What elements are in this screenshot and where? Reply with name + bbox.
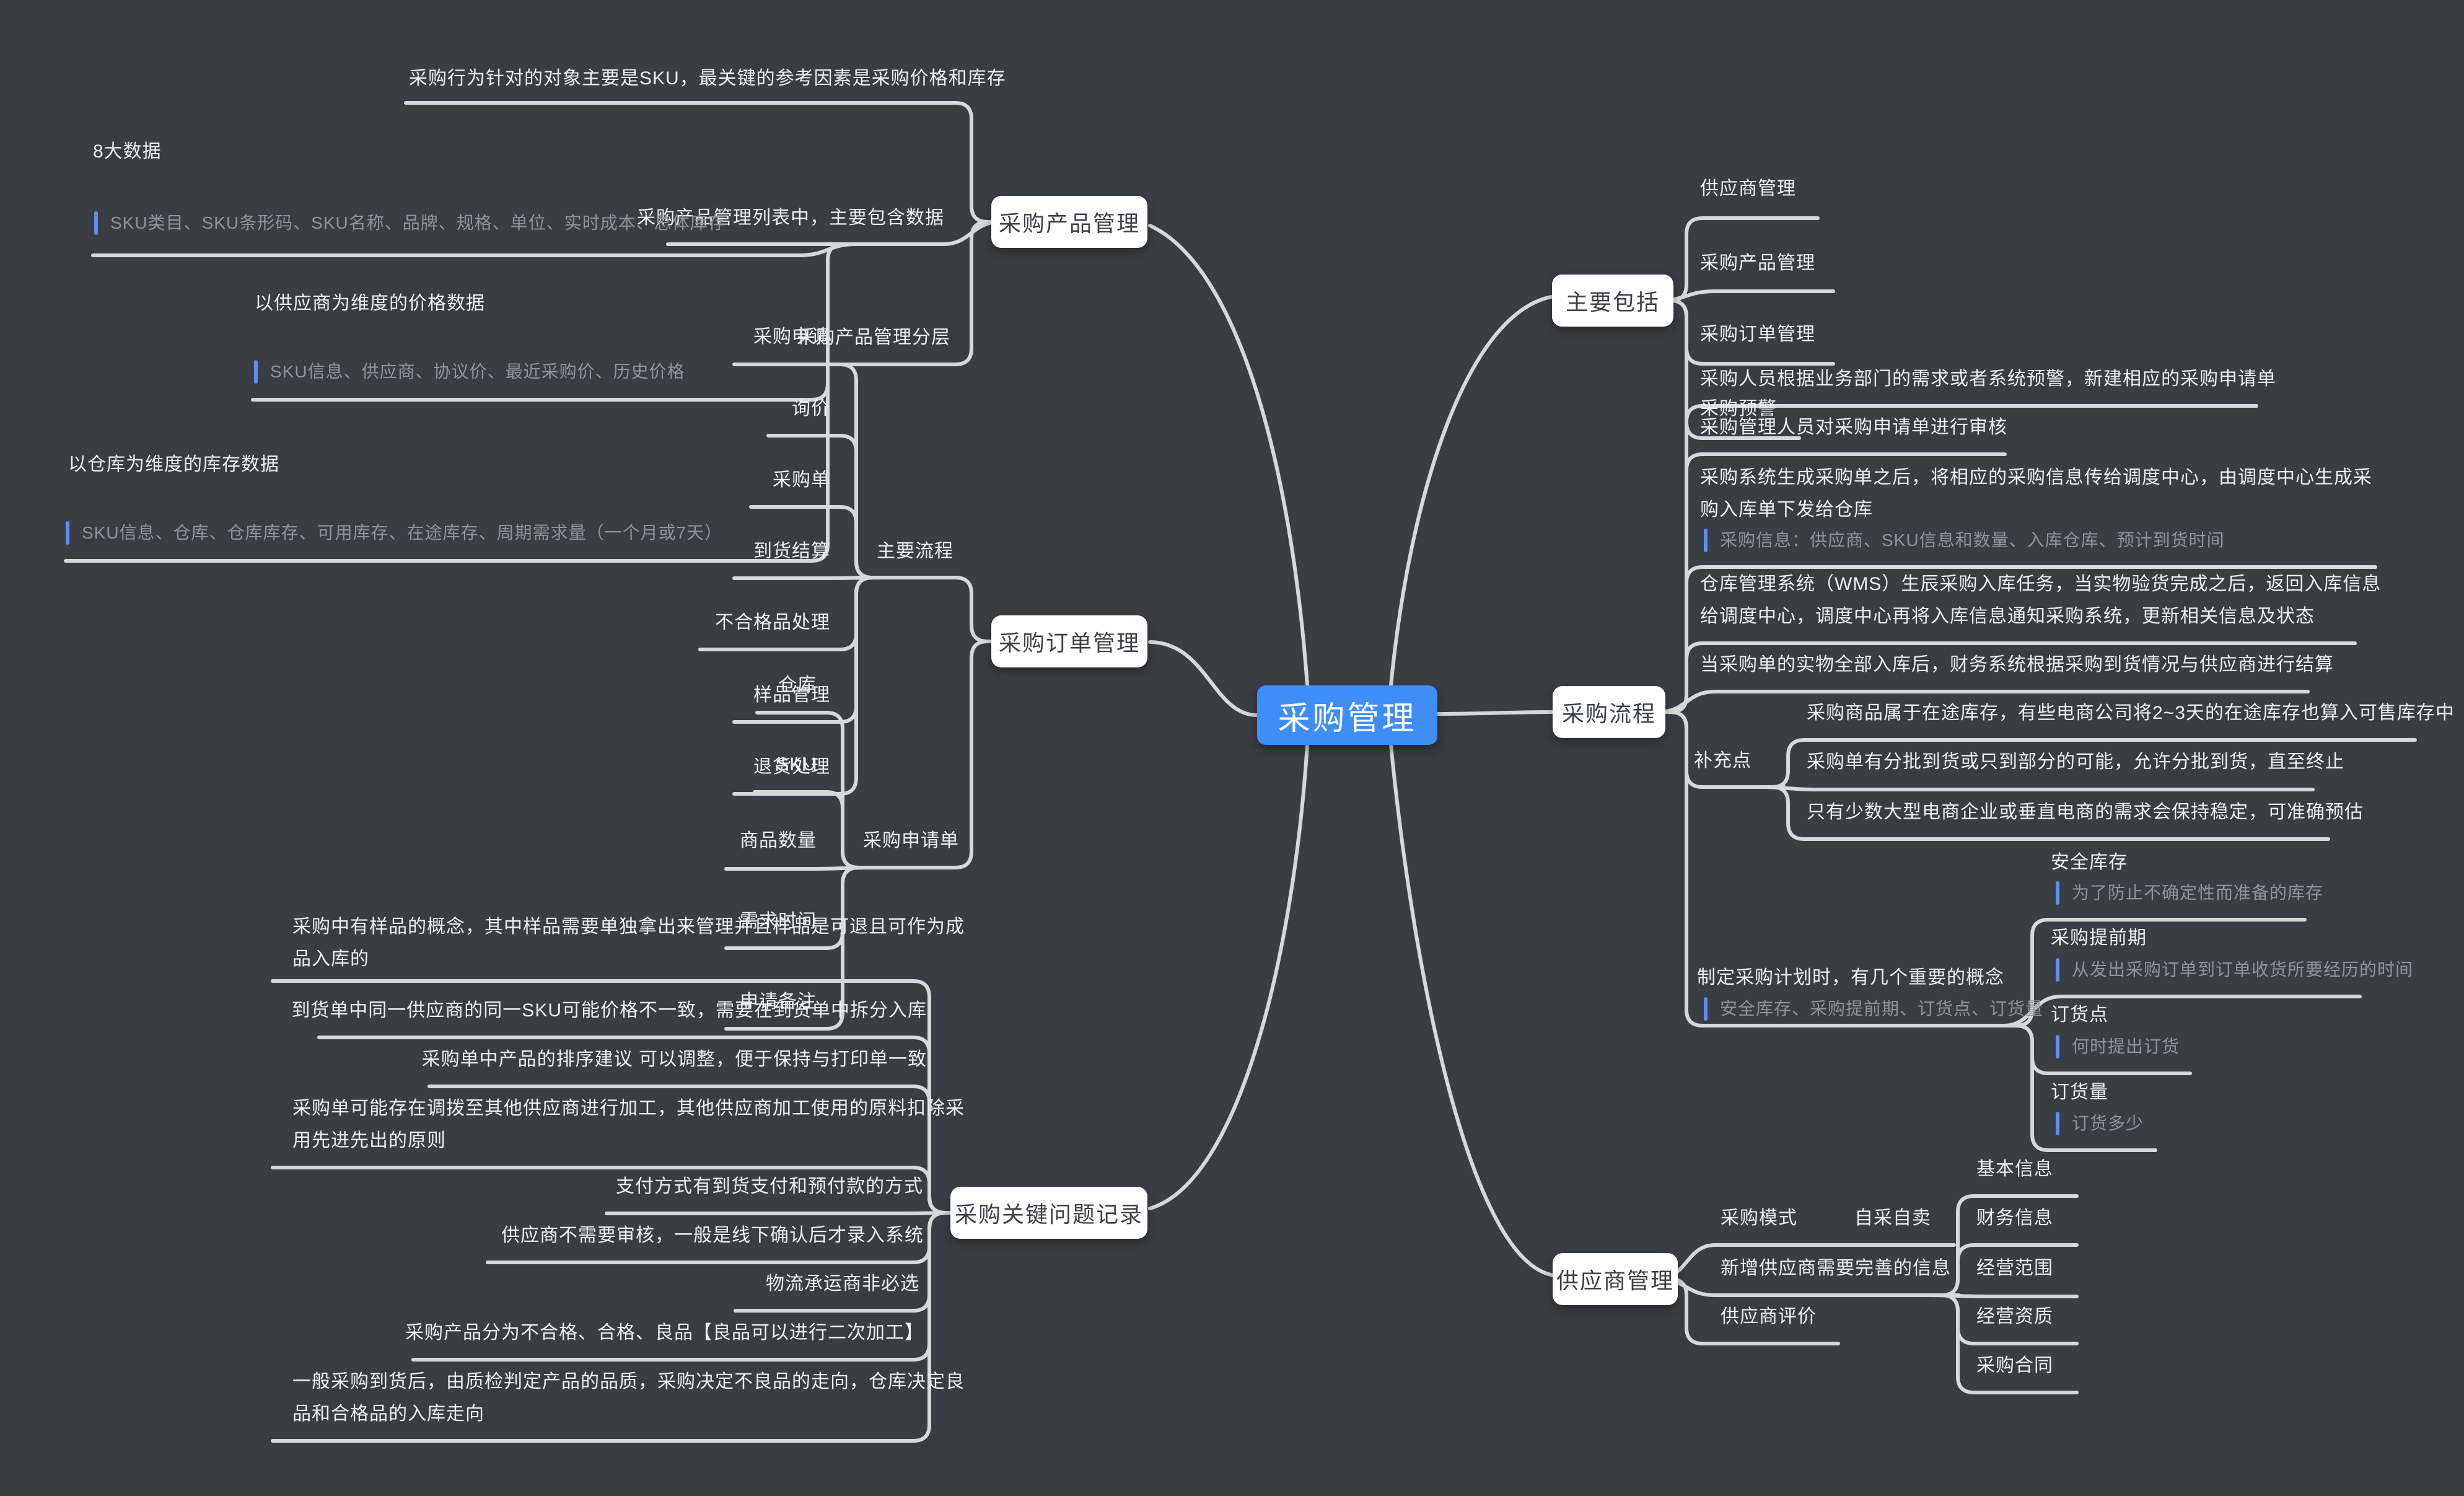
- topic-e7d[interactable]: 订货量: [2051, 1079, 2108, 1106]
- branch-connector: [1753, 787, 2313, 790]
- topic-c5[interactable]: 支付方式有到货支付和预付款的方式: [616, 1173, 923, 1200]
- topic-b2c[interactable]: 商品数量: [740, 827, 817, 855]
- main-topic-boxE[interactable]: 采购流程: [1553, 686, 1665, 738]
- topic-c8[interactable]: 采购产品分为不合格、合格、良品【良品可以进行二次加工】: [405, 1319, 924, 1347]
- note-bar-icon: [1704, 997, 1708, 1021]
- topic-f2e[interactable]: 采购合同: [1976, 1352, 2053, 1379]
- topic-f2d[interactable]: 经营资质: [1976, 1303, 2053, 1331]
- topic-e4[interactable]: 仓库管理系统（WMS）生辰采购入库任务，当实物验货完成之后，返回入库信息 给调度…: [1700, 568, 2381, 633]
- topic-d2[interactable]: 采购产品管理: [1700, 250, 1815, 277]
- note-a1b: SKU信息、供应商、协议价、最近采购价、历史价格: [270, 359, 685, 384]
- topic-f1a[interactable]: 自采自卖: [1854, 1205, 1931, 1232]
- note-e7: 安全库存、采购提前期、订货点、订货量: [1720, 997, 2043, 1021]
- note-bar-icon: [2056, 1035, 2059, 1058]
- topic-f3[interactable]: 供应商评价: [1721, 1303, 1817, 1331]
- topic-f2[interactable]: 新增供应商需要完善的信息: [1721, 1255, 1951, 1282]
- topic-b2b[interactable]: SKU: [776, 751, 817, 778]
- branch-connector: [1995, 997, 2360, 1026]
- note-a1a: SKU类目、SKU条形码、SKU名称、品牌、规格、单位、实时成本、总体库存: [110, 211, 726, 235]
- topic-e6[interactable]: 补充点: [1694, 747, 1752, 775]
- topic-b1[interactable]: 主要流程: [877, 538, 954, 565]
- topic-c9[interactable]: 一般采购到货后，由质检判定产品的品质，采购决定不良品的走向，仓库决定良 品和合格…: [292, 1366, 965, 1430]
- topic-f2a[interactable]: 基本信息: [1976, 1156, 2053, 1183]
- central-topic[interactable]: 采购管理: [1257, 685, 1437, 745]
- note-e7b: 从发出采购订单到订单收货所要经历的时间: [2072, 957, 2413, 982]
- note-e7c: 何时提出订货: [2072, 1034, 2180, 1059]
- center-link: [1391, 745, 1554, 1275]
- topic-b1e[interactable]: 不合格品处理: [715, 609, 830, 636]
- note-e3: 采购信息：供应商、SKU信息和数量、入库仓库、预计到货时间: [1720, 528, 2225, 553]
- topic-e6a[interactable]: 采购商品属于在途库存，有些电商公司将2~3天的在途库存也算入可售库存中: [1807, 700, 2455, 727]
- topic-e7b[interactable]: 采购提前期: [2051, 925, 2147, 952]
- center-link: [1150, 226, 1307, 685]
- topic-c7[interactable]: 物流承运商非必选: [766, 1270, 919, 1298]
- topic-b2a[interactable]: 仓库: [778, 672, 817, 699]
- topic-e5[interactable]: 当采购单的实物全部入库后，财务系统根据采购到货情况与供应商进行结算: [1700, 651, 2334, 679]
- topic-e6c[interactable]: 只有少数大型电商企业或垂直电商的需求会保持稳定，可准确预估: [1807, 799, 2364, 826]
- branch-connector: [856, 578, 994, 641]
- topic-a1c[interactable]: 以仓库为维度的库存数据: [68, 451, 279, 478]
- main-topic-boxD[interactable]: 主要包括: [1552, 275, 1673, 327]
- note-bar-icon: [2056, 881, 2059, 905]
- topic-b1b[interactable]: 询价: [792, 395, 830, 423]
- topic-c1[interactable]: 采购中有样品的概念，其中样品需要单独拿出来管理并且样品是可退且可作为成 品入库的: [292, 911, 965, 975]
- topic-e7a[interactable]: 安全库存: [2051, 849, 2128, 876]
- topic-b2[interactable]: 采购申请单: [863, 827, 959, 855]
- branch-connector: [1658, 291, 1833, 301]
- note-a1c: SKU信息、仓库、仓库库存、可用库存、在途库存、周期需求量（一个月或7天）: [82, 521, 722, 545]
- note-bar-icon: [1704, 529, 1708, 552]
- topic-c2[interactable]: 到货单中同一供应商的同一SKU可能价格不一致，需要在到货单中拆分入库: [291, 997, 927, 1024]
- topic-b1c[interactable]: 采购单: [773, 467, 830, 494]
- branch-connector: [93, 244, 886, 255]
- mindmap-canvas[interactable]: 采购管理采购产品管理采购订单管理采购关键问题记录主要包括采购流程供应商管理采购行…: [0, 0, 2464, 1496]
- branch-connector: [726, 868, 898, 869]
- topic-b1a[interactable]: 采购申请: [753, 323, 830, 351]
- branch-connector: [1927, 1295, 2077, 1296]
- topic-a0[interactable]: 采购行为针对的对象主要是SKU，最关键的参考因素是采购价格和库存: [409, 65, 1006, 92]
- topic-e2[interactable]: 采购管理人员对采购申请单进行审核: [1700, 414, 2007, 441]
- center-link: [1150, 745, 1307, 1208]
- main-topic-boxB[interactable]: 采购订单管理: [991, 615, 1147, 667]
- topic-e1[interactable]: 采购人员根据业务部门的需求或者系统预警，新建相应的采购申请单: [1700, 366, 2276, 393]
- topic-a1b[interactable]: 以供应商为维度的价格数据: [255, 290, 485, 317]
- main-topic-boxC[interactable]: 采购关键问题记录: [950, 1187, 1147, 1239]
- topic-e7[interactable]: 制定采购计划时，有几个重要的概念: [1697, 964, 2004, 992]
- topic-c6[interactable]: 供应商不需要审核，一般是线下确认后才录入系统: [501, 1222, 924, 1249]
- note-bar-icon: [66, 521, 69, 545]
- note-bar-icon: [2056, 958, 2059, 982]
- topic-d1[interactable]: 供应商管理: [1700, 175, 1796, 203]
- topic-c4[interactable]: 采购单可能存在调拨至其他供应商进行加工，其他供应商加工使用的原料扣除采 用先进先…: [292, 1093, 965, 1157]
- topic-e3[interactable]: 采购系统生成采购单之后，将相应的采购信息传给调度中心，由调度中心生成采 购入库单…: [1700, 462, 2372, 526]
- topic-b1d[interactable]: 到货结算: [753, 538, 830, 565]
- topic-d3[interactable]: 采购订单管理: [1700, 321, 1815, 348]
- note-e7a: 为了防止不确定性而准备的库存: [2072, 881, 2323, 905]
- topic-f2b[interactable]: 财务信息: [1976, 1205, 2053, 1232]
- topic-e6b[interactable]: 采购单有分批到货或只到部分的可能，允许分批到货，直至终止: [1807, 749, 2344, 776]
- center-link: [1437, 712, 1553, 714]
- note-bar-icon: [254, 360, 258, 384]
- topic-c3[interactable]: 采购单中产品的排序建议 可以调整，便于保持与打印单一致: [422, 1046, 927, 1073]
- center-link: [1391, 296, 1554, 685]
- main-topic-boxA[interactable]: 采购产品管理: [991, 196, 1147, 248]
- main-topic-boxF[interactable]: 供应商管理: [1553, 1253, 1678, 1305]
- topic-f1[interactable]: 采购模式: [1721, 1205, 1797, 1232]
- note-bar-icon: [2056, 1112, 2059, 1135]
- note-e7d: 订货多少: [2072, 1111, 2144, 1136]
- topic-a1a[interactable]: 8大数据: [93, 138, 162, 165]
- topic-f2c[interactable]: 经营范围: [1976, 1255, 2053, 1282]
- topic-e7c[interactable]: 订货点: [2051, 1001, 2108, 1029]
- note-bar-icon: [94, 211, 98, 235]
- center-link: [1150, 642, 1257, 715]
